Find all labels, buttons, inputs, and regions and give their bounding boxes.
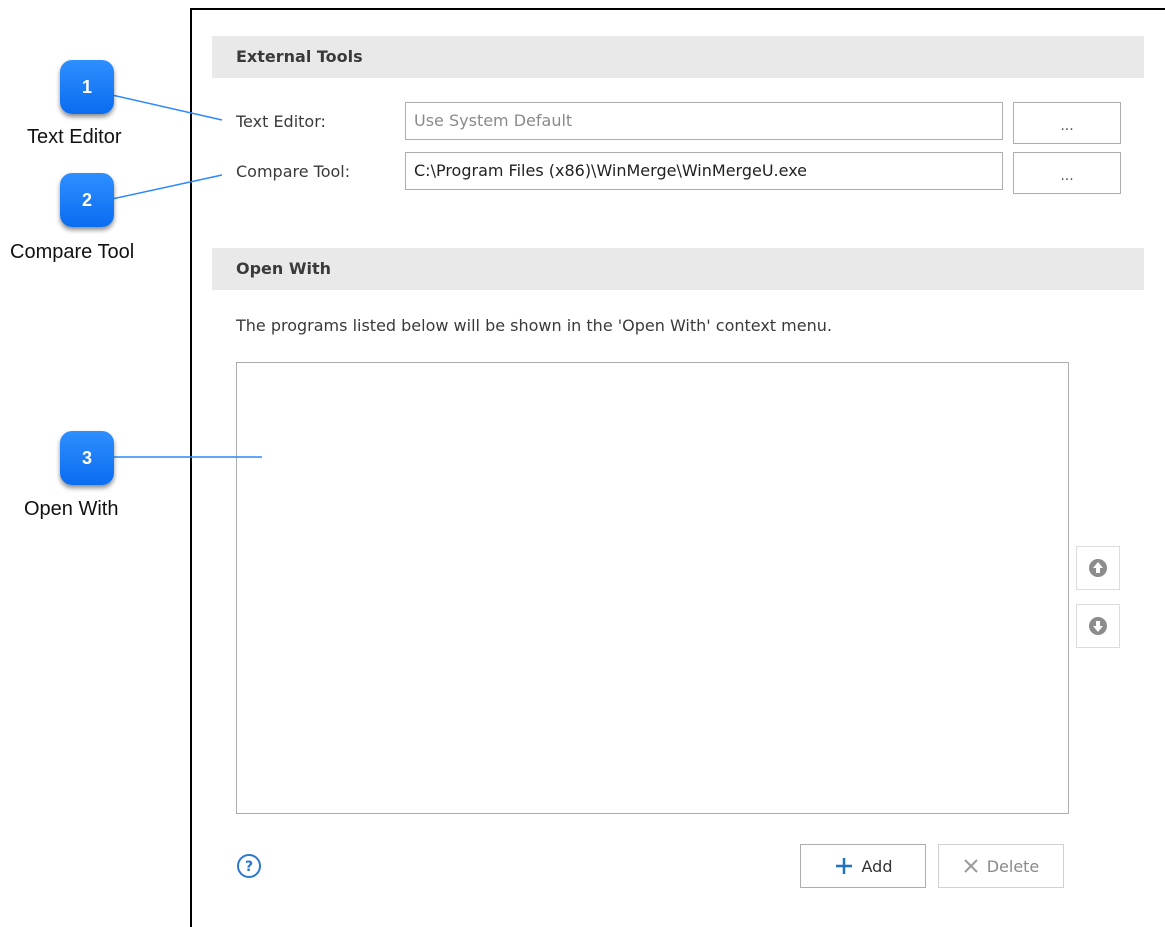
- add-button[interactable]: Add: [800, 844, 926, 888]
- external-tools-header: External Tools: [212, 36, 1144, 78]
- compare-tool-field[interactable]: C:\Program Files (x86)\WinMerge\WinMerge…: [405, 152, 1003, 190]
- close-icon: [963, 859, 978, 873]
- callout-label-open-with: Open With: [24, 498, 119, 520]
- move-down-button[interactable]: [1076, 604, 1120, 648]
- callout-badge-2: 2: [60, 173, 114, 227]
- arrow-down-circle-icon: [1089, 617, 1107, 635]
- delete-button[interactable]: Delete: [938, 844, 1064, 888]
- arrow-up-circle-icon: [1089, 559, 1107, 577]
- help-icon[interactable]: ?: [236, 853, 262, 879]
- open-with-description: The programs listed below will be shown …: [236, 316, 832, 335]
- callout-label-compare-tool: Compare Tool: [10, 241, 135, 263]
- open-with-list[interactable]: [236, 362, 1069, 814]
- text-editor-browse-button[interactable]: ...: [1013, 102, 1121, 144]
- delete-button-label: Delete: [986, 856, 1040, 876]
- text-editor-label: Text Editor:: [236, 112, 326, 131]
- callout-label-text-editor: Text Editor: [27, 126, 122, 148]
- text-editor-field[interactable]: Use System Default: [405, 102, 1003, 140]
- callout-badge-3: 3: [60, 431, 114, 485]
- compare-tool-label: Compare Tool:: [236, 162, 351, 181]
- open-with-header: Open With: [212, 248, 1144, 290]
- plus-icon: [835, 858, 852, 874]
- callout-badge-1: 1: [60, 60, 114, 114]
- svg-text:?: ?: [245, 859, 253, 875]
- move-up-button[interactable]: [1076, 546, 1120, 590]
- compare-tool-browse-button[interactable]: ...: [1013, 152, 1121, 194]
- add-button-label: Add: [861, 856, 893, 876]
